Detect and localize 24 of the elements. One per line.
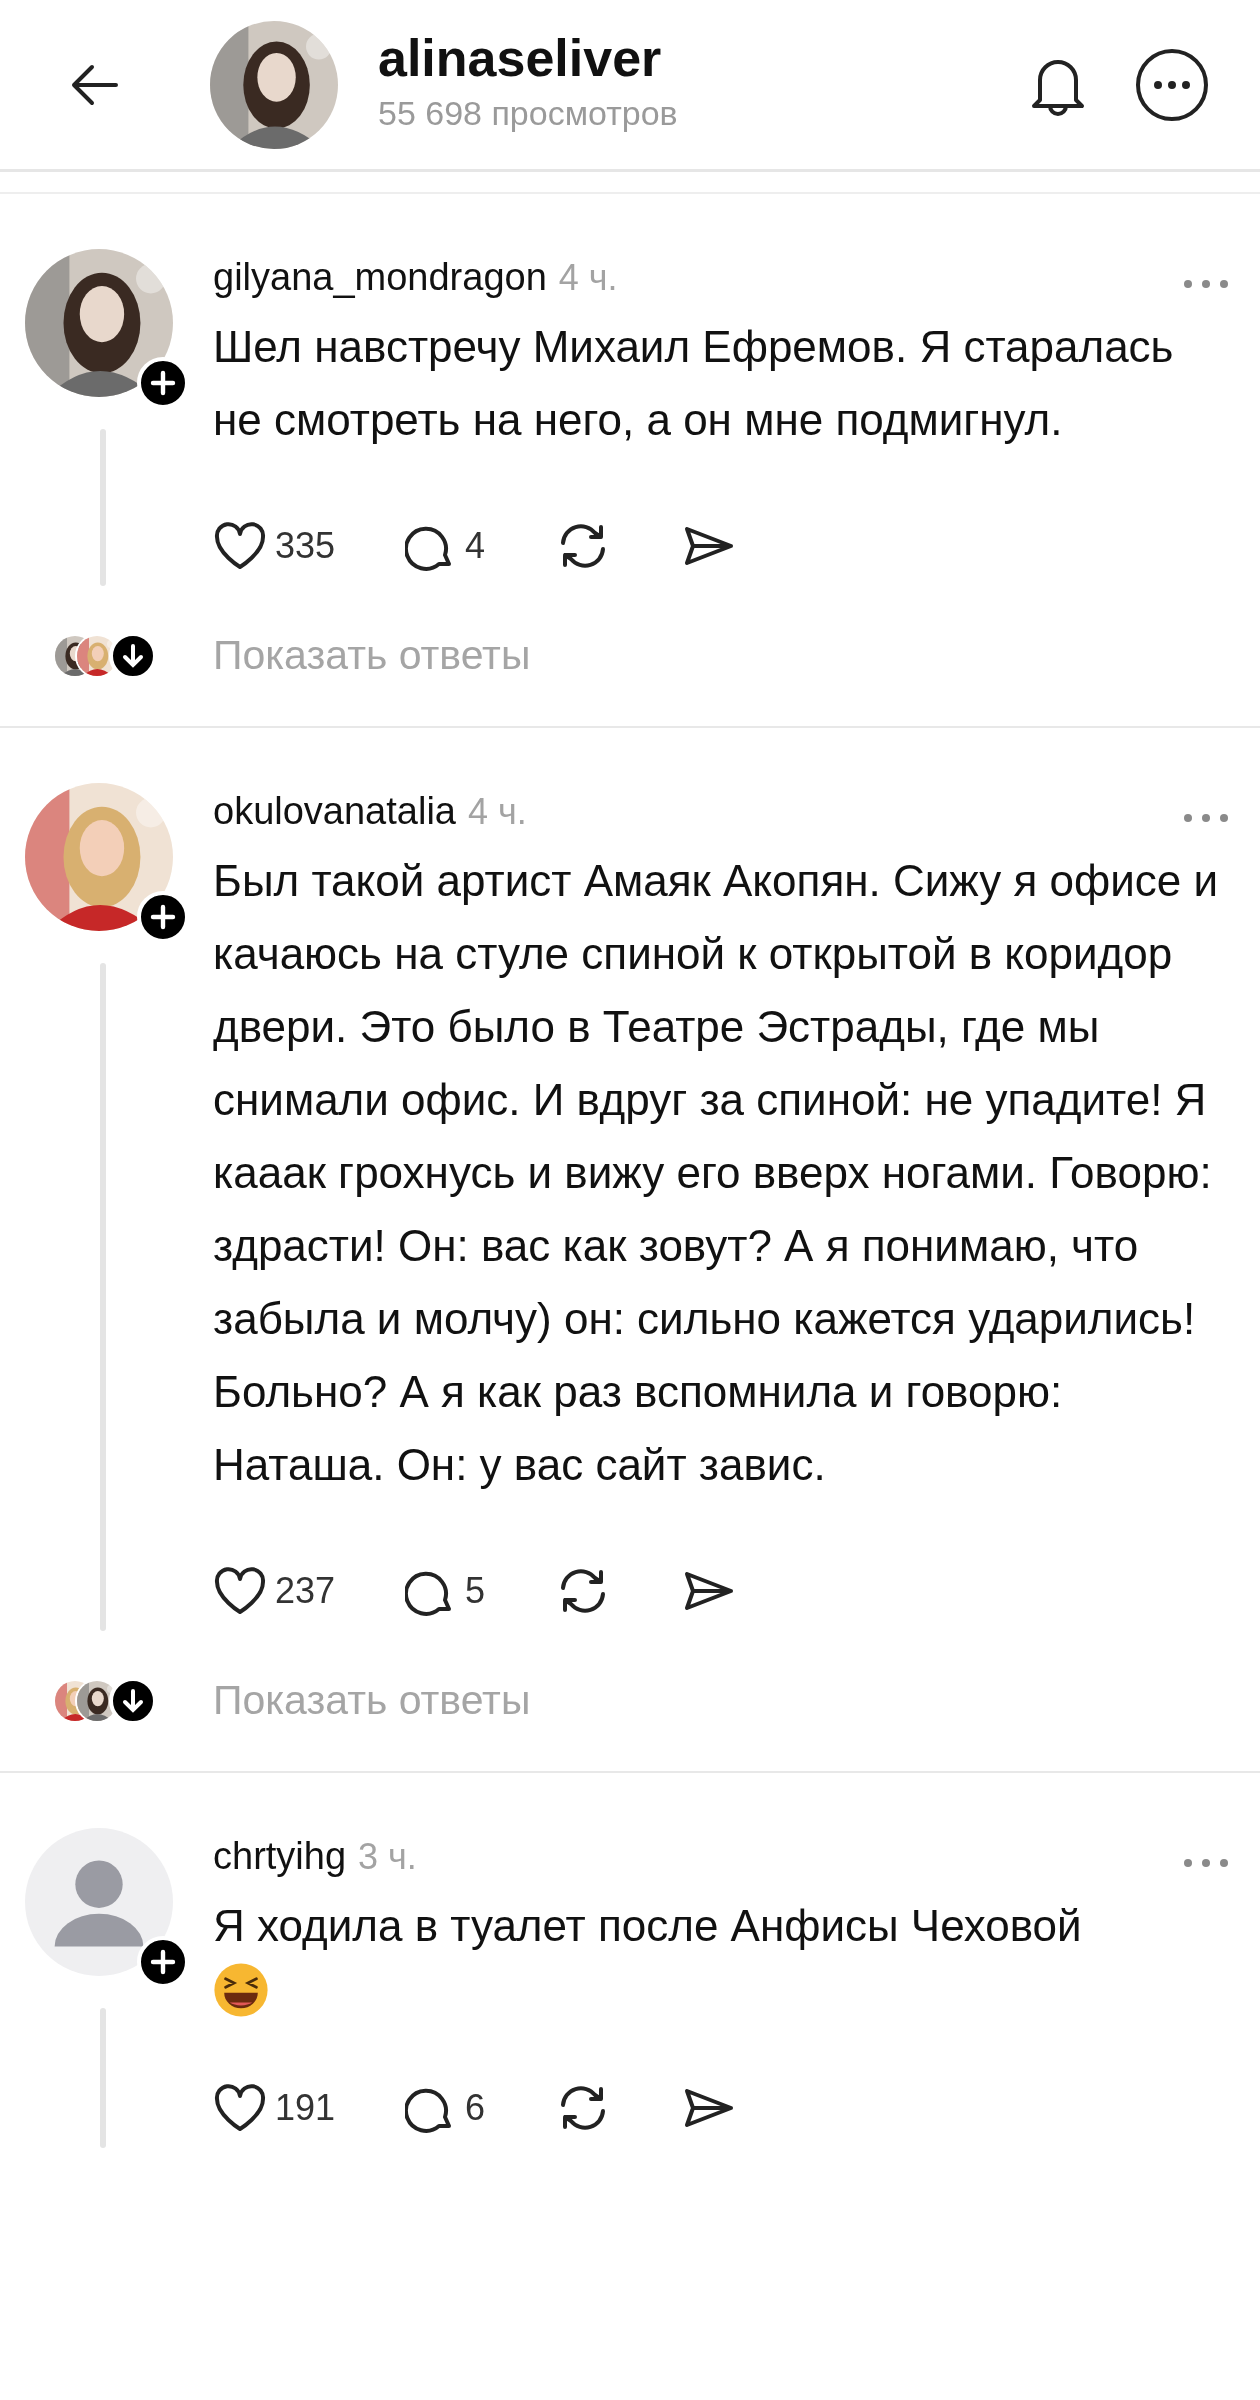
heart-icon (213, 1566, 267, 1616)
username[interactable]: gilyana_mondragon (213, 249, 547, 306)
comment-text: Был такой артист Амаяк Акопян. Сижу я офисе и качаюсь на стуле спиной к открытой в коридор двери. Это было в Театре Эстрады, где мы снимали офис. И вдруг за спиной: не упадите! Я кааак грохнусь и вижу его вверх ногами. Говорю: здрасти! Он: вас как зовут? А я понимаю, что забыла и молчу) он: сильно кажется ударились! Больно? А я как раз вспомнила и говорю: Наташа. Он: у вас сайт завис. (213, 855, 1220, 1491)
avatar-placeholder-icon (25, 1828, 173, 1976)
like-button[interactable]: 237 (213, 1564, 336, 1618)
reply-button[interactable]: 6 (405, 2081, 486, 2135)
heart-icon (213, 521, 267, 571)
timestamp: 4 ч. (558, 256, 618, 300)
username[interactable]: alinaseliver (378, 30, 1030, 88)
back-icon[interactable] (70, 62, 120, 107)
view-count: 55 698 просмотров (378, 92, 679, 134)
like-button[interactable]: 191 (213, 2081, 336, 2135)
more-icon[interactable] (1134, 46, 1210, 123)
laughing-face-icon (213, 1962, 269, 2018)
timestamp: 4 ч. (467, 790, 527, 834)
heart-icon (213, 2083, 267, 2133)
timestamp: 3 ч. (358, 1835, 417, 1879)
username[interactable]: okulovanatalia (213, 783, 456, 840)
reply-button[interactable]: 5 (405, 1564, 486, 1618)
comment-text: Шел навстречу Михаил Ефремов. Я старалась не смотреть на него, а он мне подмигнул. (213, 321, 1175, 446)
like-button[interactable]: 335 (213, 519, 336, 573)
reply-button[interactable]: 4 (405, 519, 486, 573)
comment-text: Я ходила в туалет после Анфисы Чеховой (213, 1900, 1083, 1952)
username[interactable]: chrtyihg (213, 1828, 347, 1885)
